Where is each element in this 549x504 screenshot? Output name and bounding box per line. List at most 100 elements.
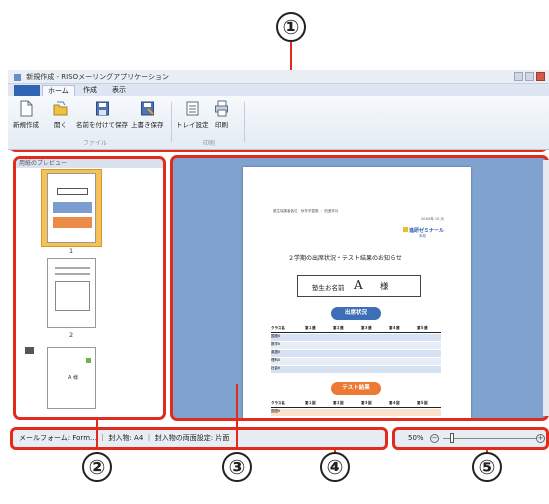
attendance-col: 第２週 [333, 326, 344, 330]
group-label-file: ファイル [83, 140, 108, 147]
recipient-box: 塾生お名前 A 様 [297, 275, 421, 297]
callout-2-leader [96, 420, 98, 450]
doc-logo-sub: 本校 [419, 234, 426, 238]
thumb-name-box [57, 188, 88, 195]
test-col: 第３回 [361, 401, 372, 405]
thumb-table [55, 281, 90, 311]
print-button-label: 印刷 [215, 121, 228, 129]
open-button-label: 開く [54, 121, 67, 129]
callout-3: ③ [222, 452, 252, 482]
attendance-col: 第５週 [417, 326, 428, 330]
group-separator [171, 102, 172, 142]
file-menu-button[interactable] [14, 85, 40, 96]
attendance-row-label: 理科Ⅱ [271, 358, 280, 362]
callout-4: ④ [320, 452, 350, 482]
recipient-suffix: 様 [380, 282, 389, 292]
zoom-in-button[interactable]: + [536, 434, 545, 443]
stamp-icon [86, 358, 91, 363]
test-col: 第１回 [305, 401, 316, 405]
tab-view[interactable]: 表示 [107, 85, 131, 96]
tray-settings-icon [186, 101, 199, 116]
callout-1: ① [276, 12, 306, 42]
thumb-test-table [53, 217, 92, 228]
document-page: 塾生保護者各位 秋冬学習塾 ・ 西進学月 20XX年 10 月 進研ゼミナール … [243, 167, 471, 418]
attendance-row-label: 英語Ⅱ [271, 350, 280, 354]
attendance-row: 数学Ⅱ [271, 342, 441, 349]
attendance-pill: 出席状況 [331, 307, 381, 320]
screenshot-stage: ① 新規作成 - RISOメーリングアプリケーション ホーム 作成 表示 新規作… [0, 0, 549, 504]
attendance-row: 英語Ⅱ [271, 350, 441, 357]
callout-2: ② [82, 452, 112, 482]
zoom-level: 50% [408, 434, 424, 442]
zoom-out-button[interactable]: − [430, 434, 439, 443]
close-icon[interactable] [536, 72, 545, 81]
new-button-label: 新規作成 [13, 121, 39, 129]
group-separator [244, 102, 245, 142]
ribbon-tab-bar: ホーム 作成 表示 [8, 84, 549, 96]
group-label-print: 印刷 [203, 140, 216, 147]
zoom-bar: 50% − + [392, 427, 549, 450]
attendance-col: 第１週 [305, 326, 316, 330]
open-folder-icon [53, 101, 68, 116]
thumb-attendance-table [53, 202, 92, 213]
recipient-label: 塾生お名前 [312, 284, 345, 292]
attendance-col: 第３週 [361, 326, 372, 330]
status-bar: メールフォーム: Form… ｜ 封入物: A4 ｜ 封入物の両面設定: 片面 [10, 427, 388, 450]
ribbon: 新規作成 開く 名前を付けて保存 上書き保存 ファイル トレイ設定 印刷 印刷 [8, 96, 549, 150]
attendance-col: クラス名 [271, 326, 285, 330]
doc-heading: ２学期の出席状況・テスト結果のお知らせ [288, 255, 402, 262]
overwrite-save-icon [140, 101, 154, 116]
recipient-name: A [354, 278, 363, 292]
thumbnail-page-2[interactable] [47, 258, 96, 328]
tab-home[interactable]: ホーム [42, 85, 75, 96]
attendance-row-label: 数学Ⅱ [271, 342, 280, 346]
window-title: 新規作成 - RISOメーリングアプリケーション [26, 73, 169, 81]
thumb-line [55, 267, 90, 269]
window-titlebar: 新規作成 - RISOメーリングアプリケーション [8, 70, 549, 84]
attendance-row: 社会Ⅱ [271, 366, 441, 373]
envelope-name: A 様 [68, 375, 79, 381]
save-as-button[interactable]: 名前を付けて保存 [76, 100, 128, 129]
test-row-label: 国語Ⅱ [271, 409, 280, 413]
thumbnail-page-2-number: 2 [69, 331, 74, 339]
callout-3-leader [236, 384, 238, 450]
overwrite-save-button-label: 上書き保存 [131, 121, 164, 129]
doc-date: 20XX年 10 月 [421, 217, 444, 221]
doc-logo: 進研ゼミナール [403, 227, 444, 234]
test-col: 第２回 [333, 401, 344, 405]
document-preview-pane[interactable]: 塾生保護者各位 秋冬学習塾 ・ 西進学月 20XX年 10 月 進研ゼミナール … [170, 155, 549, 421]
overwrite-save-button[interactable]: 上書き保存 [131, 100, 164, 129]
new-document-icon [20, 100, 32, 117]
status-text: メールフォーム: Form… ｜ 封入物: A4 ｜ 封入物の両面設定: 片面 [19, 434, 230, 442]
attendance-row-label: 社会Ⅱ [271, 366, 280, 370]
open-button[interactable]: 開く [53, 100, 68, 129]
minimize-icon[interactable] [514, 72, 523, 81]
test-col: 第５回 [417, 401, 428, 405]
test-col: 第４回 [389, 401, 400, 405]
envelope-marker-icon [25, 347, 34, 354]
test-table-header: クラス名 第１回 第２回 第３回 第４回 第５回 [271, 401, 441, 408]
attendance-table-header: クラス名 第１週 第２週 第３週 第４週 第５週 [271, 326, 441, 333]
thumbnail-pane: 用紙のプレビュー 1 2 A 様 [13, 156, 166, 420]
maximize-icon[interactable] [525, 72, 534, 81]
test-row: 国語Ⅱ [271, 409, 441, 416]
test-results-pill: テスト結果 [331, 382, 381, 395]
printer-icon [215, 100, 228, 117]
zoom-slider-thumb[interactable] [450, 433, 455, 443]
doc-header-left: 塾生保護者各位 秋冬学習塾 ・ 西進学月 [273, 209, 339, 213]
tab-create[interactable]: 作成 [78, 85, 102, 96]
thumbnail-envelope[interactable]: A 様 [47, 347, 96, 409]
zoom-slider-track[interactable] [443, 438, 537, 439]
tray-settings-button[interactable]: トレイ設定 [176, 100, 209, 129]
doc-logo-text: 進研ゼミナール [409, 228, 445, 234]
preview-scrollbar[interactable] [543, 160, 549, 416]
thumb-line [55, 273, 90, 275]
thumbnail-pane-header: 用紙のプレビュー [16, 159, 163, 168]
print-button[interactable]: 印刷 [214, 100, 229, 129]
test-col: クラス名 [271, 401, 285, 405]
logo-mark-icon [403, 227, 408, 232]
save-as-button-label: 名前を付けて保存 [76, 121, 128, 129]
thumbnail-page-1[interactable] [47, 173, 96, 243]
save-as-icon [95, 101, 109, 116]
new-button[interactable]: 新規作成 [13, 100, 39, 129]
